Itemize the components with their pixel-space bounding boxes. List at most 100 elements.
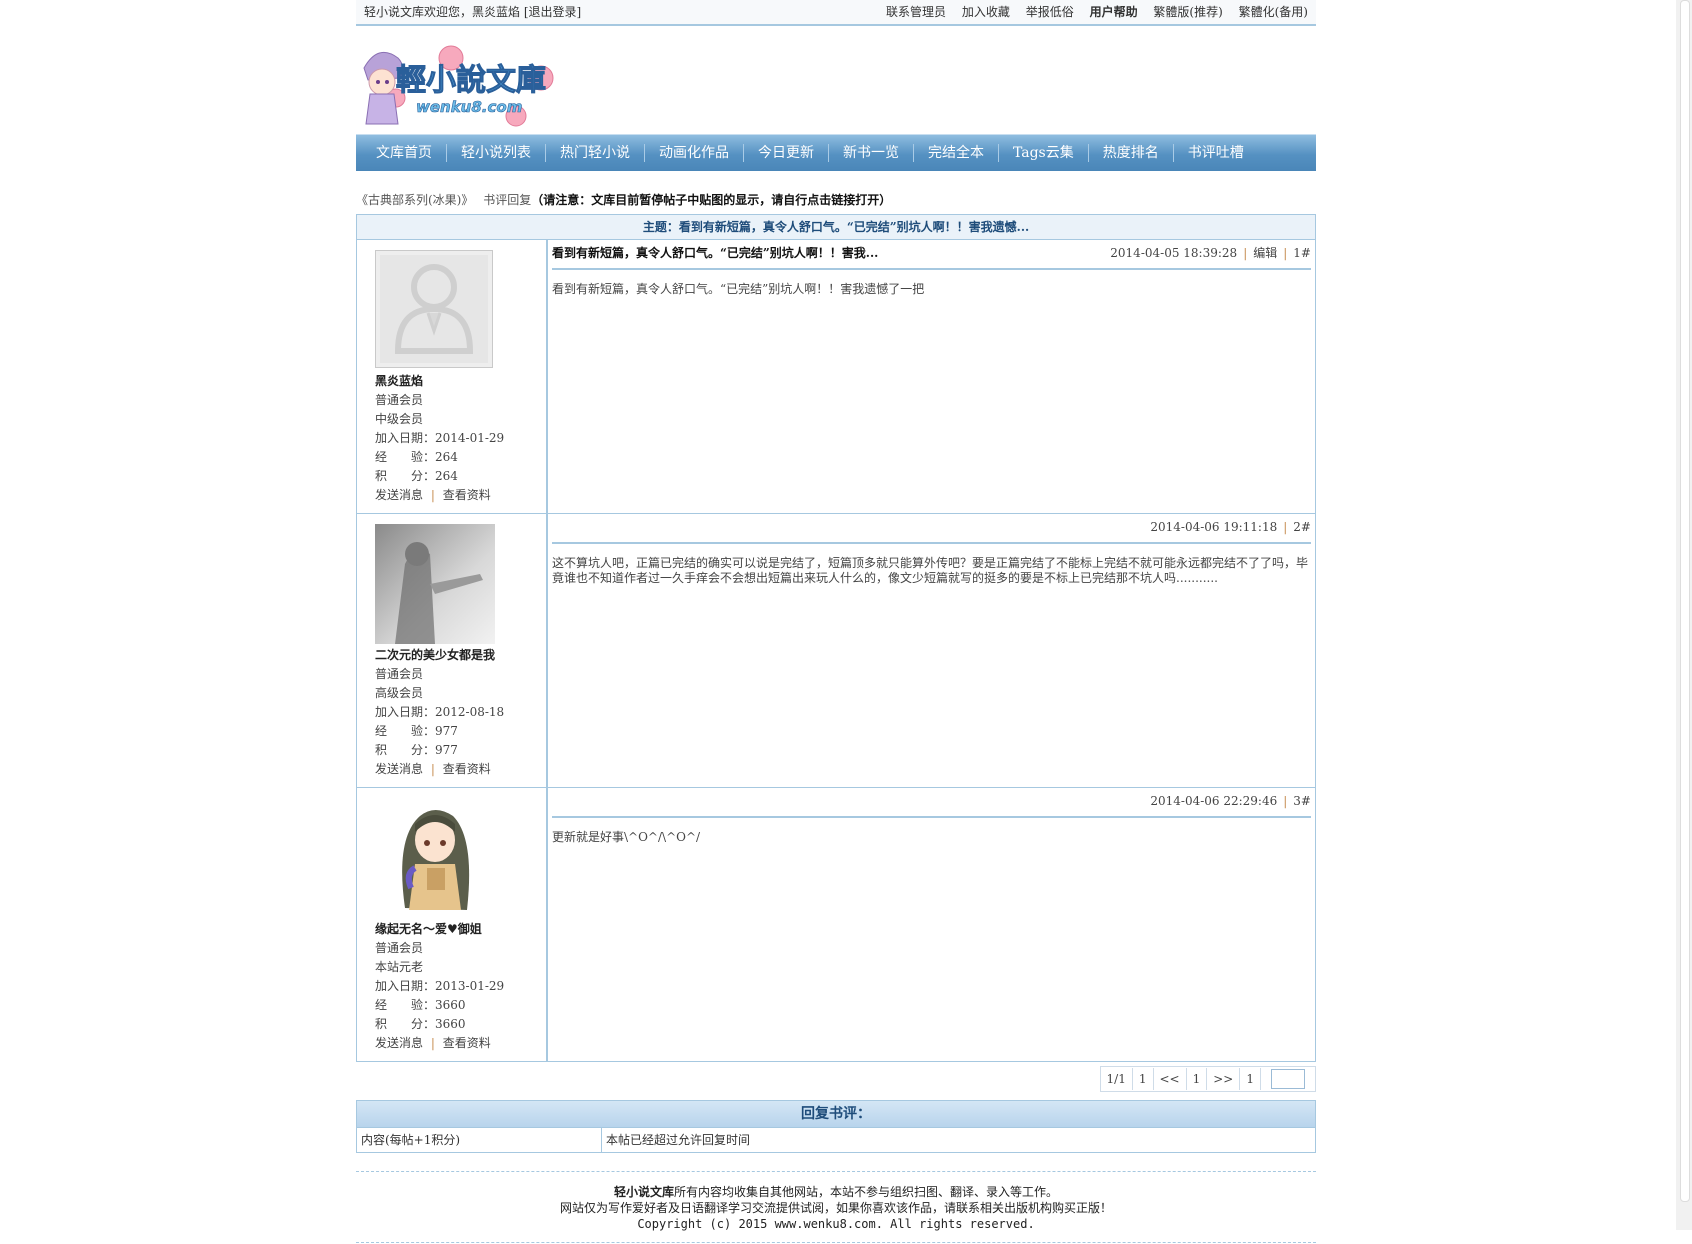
floor-number[interactable]: 3# bbox=[1293, 794, 1311, 808]
user-avatar-image bbox=[375, 524, 495, 644]
user-level: 本站元老 bbox=[375, 960, 424, 974]
last-page-link[interactable]: 1 bbox=[1240, 1068, 1261, 1090]
reply-row: 内容(每帖+1积分) 本帖已经超过允许回复时间 bbox=[356, 1128, 1316, 1153]
page-info: 1/1 bbox=[1101, 1068, 1133, 1090]
nav-home[interactable]: 文库首页 bbox=[362, 144, 447, 162]
view-profile-link[interactable]: 查看资料 bbox=[443, 762, 491, 776]
user-rank: 普通会员 bbox=[375, 941, 424, 955]
view-profile-link[interactable]: 查看资料 bbox=[443, 488, 491, 502]
first-page-link[interactable]: 1 bbox=[1133, 1068, 1154, 1090]
site-logo[interactable]: 輕小說文庫 wenku8.com bbox=[356, 26, 1316, 134]
user-level: 中级会员 bbox=[375, 412, 424, 426]
score: 积 分：3660 bbox=[375, 1017, 466, 1031]
post-time: 2014-04-06 22:29:46 bbox=[1150, 794, 1278, 808]
user-help-link[interactable]: 用户帮助 bbox=[1090, 5, 1138, 19]
post-body: 更新就是好事\^O^/\^O^/ bbox=[552, 830, 701, 844]
user-actions: 发送消息 | 查看资料 bbox=[375, 488, 491, 502]
top-bar: 轻小说文库欢迎您，黑炎蓝焰 [退出登录] 联系管理员 加入收藏 举报低俗 用户帮… bbox=[356, 0, 1316, 26]
footer: 轻小说文库所有内容均收集自其他网站，本站不参与组织扫图、翻译、录入等工作。 网站… bbox=[356, 1171, 1316, 1244]
experience: 经 验：3660 bbox=[375, 998, 466, 1012]
breadcrumb: 《古典部系列(冰果)》 书评回复（请注意：文库目前暂停帖子中贴图的显示，请自行点… bbox=[356, 192, 1316, 208]
post-header: 看到有新短篇，真令人舒口气。“已完结”别坑人啊！！害我... 2014-04-0… bbox=[552, 240, 1311, 270]
post-author: 二次元的美少女都是我 普通会员 高级会员 加入日期：2012-08-18 经 验… bbox=[357, 514, 548, 787]
footer-line1: 所有内容均收集自其他网站，本站不参与组织扫图、翻译、录入等工作。 bbox=[674, 1185, 1059, 1199]
pagination: 1/1 1 << 1 >> 1 bbox=[356, 1064, 1316, 1094]
scrollbar-thumb[interactable] bbox=[1680, 0, 1690, 1202]
thread-subject: 主题：看到有新短篇，真令人舒口气。“已完结”别坑人啊！！害我遗憾... bbox=[356, 214, 1316, 240]
user-avatar-image bbox=[375, 798, 495, 918]
post: 缘起无名～爱♥御姐 普通会员 本站元老 加入日期：2013-01-29 经 验：… bbox=[356, 788, 1316, 1062]
username[interactable]: 黑炎蓝焰 bbox=[375, 372, 546, 391]
welcome-text: 轻小说文库欢迎您，黑炎蓝焰 [退出登录] bbox=[364, 5, 582, 19]
next-page-link[interactable]: >> bbox=[1207, 1068, 1241, 1090]
main-nav: 文库首页 轻小说列表 热门轻小说 动画化作品 今日更新 新书一览 完结全本 Ta… bbox=[356, 134, 1316, 171]
post: 二次元的美少女都是我 普通会员 高级会员 加入日期：2012-08-18 经 验… bbox=[356, 514, 1316, 788]
experience: 经 验：264 bbox=[375, 450, 458, 464]
breadcrumb-book[interactable]: 《古典部系列(冰果)》 bbox=[356, 193, 473, 207]
default-avatar-icon bbox=[380, 255, 488, 363]
send-message-link[interactable]: 发送消息 bbox=[375, 1036, 423, 1050]
avatar[interactable] bbox=[375, 798, 495, 918]
footer-line2: 网站仅为写作爱好者及日语翻译学习交流提供试阅，如果你喜欢该作品，请联系相关出版机… bbox=[559, 1201, 1112, 1215]
add-favorite-link[interactable]: 加入收藏 bbox=[962, 5, 1010, 19]
logo-image: 輕小說文庫 wenku8.com bbox=[363, 45, 554, 127]
nav-hot-novels[interactable]: 热门轻小说 bbox=[546, 144, 645, 162]
user-level: 高级会员 bbox=[375, 686, 424, 700]
nav-today-updates[interactable]: 今日更新 bbox=[744, 144, 829, 162]
nav-reviews[interactable]: 书评吐槽 bbox=[1174, 144, 1258, 162]
post-content: 2014-04-06 22:29:46 | 3# 更新就是好事\^O^/\^O^/ bbox=[548, 788, 1315, 1061]
view-profile-link[interactable]: 查看资料 bbox=[443, 1036, 491, 1050]
username[interactable]: 缘起无名～爱♥御姐 bbox=[375, 920, 546, 939]
reply-heading: 回复书评： bbox=[356, 1100, 1316, 1128]
prev-page-link[interactable]: << bbox=[1154, 1068, 1187, 1090]
nav-novel-list[interactable]: 轻小说列表 bbox=[447, 144, 546, 162]
edit-link[interactable]: 编辑 bbox=[1253, 246, 1277, 260]
nav-completed[interactable]: 完结全本 bbox=[914, 144, 999, 162]
current-page: 1 bbox=[1187, 1068, 1208, 1090]
post-body: 这不算坑人吧，正篇已完结的确实可以说是完结了，短篇顶多就只能算外传吧？要是正篇完… bbox=[552, 556, 1309, 585]
post: 黑炎蓝焰 普通会员 中级会员 加入日期：2014-01-29 经 验：264 积… bbox=[356, 240, 1316, 514]
join-date: 加入日期：2012-08-18 bbox=[375, 705, 505, 719]
join-date: 加入日期：2014-01-29 bbox=[375, 431, 505, 445]
vertical-scrollbar[interactable] bbox=[1676, 0, 1692, 1230]
post-title: 看到有新短篇，真令人舒口气。“已完结”别坑人啊！！害我... bbox=[552, 246, 879, 260]
nav-ranking[interactable]: 热度排名 bbox=[1089, 144, 1174, 162]
breadcrumb-section: 书评回复 bbox=[483, 193, 532, 207]
experience: 经 验：977 bbox=[375, 724, 458, 738]
send-message-link[interactable]: 发送消息 bbox=[375, 762, 423, 776]
post-time: 2014-04-05 18:39:28 bbox=[1110, 246, 1238, 260]
floor-number[interactable]: 2# bbox=[1293, 520, 1311, 534]
user-rank: 普通会员 bbox=[375, 393, 424, 407]
nav-anime-adaptations[interactable]: 动画化作品 bbox=[645, 144, 744, 162]
traditional-backup-link[interactable]: 繁體化(备用) bbox=[1239, 5, 1308, 19]
reply-content-label: 内容(每帖+1积分) bbox=[357, 1128, 602, 1152]
report-link[interactable]: 举报低俗 bbox=[1026, 5, 1074, 19]
nav-new-books[interactable]: 新书一览 bbox=[829, 144, 914, 162]
user-rank: 普通会员 bbox=[375, 667, 424, 681]
logo-subtitle: wenku8.com bbox=[416, 98, 522, 116]
breadcrumb-notice: （请注意：文库目前暂停帖子中贴图的显示，请自行点击链接打开） bbox=[531, 193, 892, 207]
join-date: 加入日期：2013-01-29 bbox=[375, 979, 505, 993]
post-content: 2014-04-06 19:11:18 | 2# 这不算坑人吧，正篇已完结的确实可以… bbox=[548, 514, 1315, 787]
post-content: 看到有新短篇，真令人舒口气。“已完结”别坑人啊！！害我... 2014-04-0… bbox=[548, 240, 1315, 513]
post-author: 黑炎蓝焰 普通会员 中级会员 加入日期：2014-01-29 经 验：264 积… bbox=[357, 240, 548, 513]
score: 积 分：977 bbox=[375, 743, 458, 757]
nav-tags[interactable]: Tags云集 bbox=[999, 144, 1089, 162]
floor-number[interactable]: 1# bbox=[1293, 246, 1311, 260]
post-body: 看到有新短篇，真令人舒口气。“已完结”别坑人啊！！害我遗憾了一把 bbox=[552, 282, 925, 296]
user-actions: 发送消息 | 查看资料 bbox=[375, 762, 491, 776]
contact-admin-link[interactable]: 联系管理员 bbox=[886, 5, 946, 19]
avatar[interactable] bbox=[375, 524, 495, 644]
page-wrapper: 轻小说文库欢迎您，黑炎蓝焰 [退出登录] 联系管理员 加入收藏 举报低俗 用户帮… bbox=[356, 0, 1316, 1244]
avatar[interactable] bbox=[375, 250, 493, 368]
reply-closed-note: 本帖已经超过允许回复时间 bbox=[606, 1133, 751, 1147]
page-jump-input[interactable] bbox=[1271, 1068, 1305, 1089]
username[interactable]: 二次元的美少女都是我 bbox=[375, 646, 546, 665]
user-actions: 发送消息 | 查看资料 bbox=[375, 1036, 491, 1050]
send-message-link[interactable]: 发送消息 bbox=[375, 488, 423, 502]
footer-brand: 轻小说文库 bbox=[613, 1185, 674, 1199]
top-links: 联系管理员 加入收藏 举报低俗 用户帮助 繁體版(推荐) 繁體化(备用) bbox=[874, 0, 1308, 24]
traditional-recommended-link[interactable]: 繁體版(推荐) bbox=[1153, 5, 1222, 19]
post-time: 2014-04-06 19:11:18 bbox=[1150, 520, 1278, 534]
post-header: 2014-04-06 19:11:18 | 2# bbox=[552, 514, 1311, 544]
